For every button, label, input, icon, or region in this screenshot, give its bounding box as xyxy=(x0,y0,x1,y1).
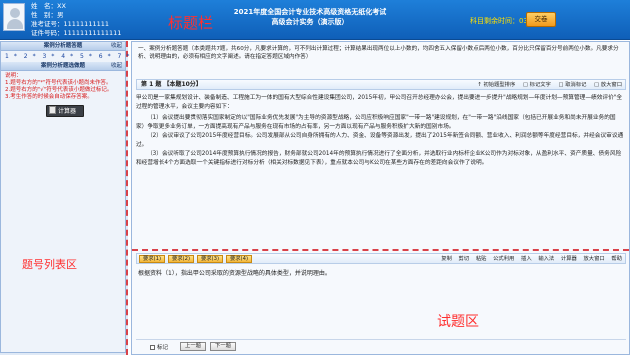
divider xyxy=(132,249,629,251)
note-line: 2.题号右方的"√"符号代表该小题做过标记。 xyxy=(5,87,113,93)
question-number-5[interactable]: 5 * xyxy=(80,53,92,60)
admission-number: 准考证号：11111111111 xyxy=(31,20,109,28)
bottom-bar: 标记 上一题 下一题 xyxy=(136,339,626,352)
notes-title: 说明： xyxy=(5,73,22,79)
question-paragraph: 甲公司是一家集规划设计、装备制造、工程施工为一体的国有大型综合性建设集团公司，2… xyxy=(136,95,623,110)
answer-toolbar: 要求(1) 要求(2) 要求(3) 要求(4) 复制 剪切 粘贴 公式利用 插入… xyxy=(136,253,626,264)
title-bar-label: 标题栏 xyxy=(168,14,214,32)
enlarge-window-button[interactable]: □ 放大窗口 xyxy=(594,82,622,88)
input-method-button[interactable]: 输入法 xyxy=(538,256,554,262)
calculator-icon xyxy=(49,106,56,114)
enlarge-button[interactable]: 放大窗口 xyxy=(584,256,605,262)
question-number-4[interactable]: 4 * xyxy=(61,53,73,60)
formula-button[interactable]: 公式利用 xyxy=(493,256,514,262)
unmark-button[interactable]: □ 取消标记 xyxy=(559,82,587,88)
copy-button[interactable]: 复制 xyxy=(441,256,452,262)
question-list-area-label: 题号列表区 xyxy=(22,258,77,271)
checkbox-icon xyxy=(150,345,155,350)
exam-title-line1: 2021年度全国会计专业技术高级资格无纸化考试 xyxy=(233,8,387,16)
question-number-7[interactable]: 7 * xyxy=(118,53,130,60)
question-paragraph: （3）会议听取了公司2014年度预算执行情况的报告，财务部就公司2014年的预算… xyxy=(136,151,622,166)
question-area-label: 试题区 xyxy=(437,314,479,330)
question-panel: 一、案例分析题答题（本类题共7题，共60分，凡要求计算的，可不列出计算过程；计算… xyxy=(131,41,630,355)
question-number-list: 1* 2* 3* 4* 5* 6* 7* 8* xyxy=(1,51,148,62)
note-line: 3.考生作答的时候会自动保存答案。 xyxy=(5,94,93,100)
candidate-photo xyxy=(3,3,25,31)
question-paragraph: （2）会议审议了公司2015年度经营目标。公司发展部从公司自身所拥有的人力、资金… xyxy=(136,133,624,148)
mark-text-button[interactable]: □ 标记文字 xyxy=(523,82,551,88)
question-list-inner: 案例分析题答题 收起 1* 2* 3* 4* 5* 6* 7* 8* 案例分析题… xyxy=(0,41,148,353)
candidate-name: 姓 名：XX xyxy=(31,2,66,10)
id-number: 证件号码：11111111111111 xyxy=(31,29,122,37)
tab-requirement-2[interactable]: 要求(2) xyxy=(168,255,194,263)
insert-button[interactable]: 插入 xyxy=(521,256,532,262)
question-number-6[interactable]: 6 * xyxy=(99,53,111,60)
question-number-2[interactable]: 2 * xyxy=(24,53,36,60)
instructions: 说明： 1.题号右方的"*"符号代表该小题尚未作答。 2.题号右方的"√"符号代… xyxy=(1,71,125,103)
candidate-gender: 性 别：男 xyxy=(31,11,64,19)
collapse-button[interactable]: 收起 xyxy=(111,62,122,71)
question-list-panel: 案例分析题答题 收起 1* 2* 3* 4* 5* 6* 7* 8* 案例分析题… xyxy=(0,41,148,355)
section-header-answer: 案例分析题答题 收起 xyxy=(1,42,125,51)
question-paragraph: （1）会议提出要贯彻落实国家制定的以"国际业务优先发展"为主导的资源型战略，公司… xyxy=(136,115,616,130)
help-button[interactable]: 帮助 xyxy=(611,256,622,262)
section-description: 一、案例分析题答题（本类题共7题，共60分，凡要求计算的，可不列出计算过程；计算… xyxy=(138,46,619,60)
submit-button[interactable]: 交卷 xyxy=(526,12,556,27)
mark-checkbox[interactable]: 标记 xyxy=(150,343,168,351)
note-line: 1.题号右方的"*"符号代表该小题尚未作答。 xyxy=(5,80,112,86)
header-bar: 姓 名：XX 性 别：男 准考证号：11111111111 证件号码：11111… xyxy=(0,0,630,40)
calculator-button[interactable]: 计算器 xyxy=(46,105,84,117)
previous-button[interactable]: 上一题 xyxy=(180,342,206,351)
section-header-optional: 案例分析题选做题 收起 xyxy=(1,62,125,71)
sort-button[interactable]: ↑ 初始题型排序 xyxy=(477,82,515,88)
calculator-tool-button[interactable]: 计算器 xyxy=(561,256,577,262)
question-title: 第 1 题 【本题10分】 xyxy=(141,81,202,88)
exam-title: 2021年度全国会计专业技术高级资格无纸化考试 高级会计实务（演示版） xyxy=(210,7,410,27)
question-content: 甲公司是一家集规划设计、装备制造、工程施工为一体的国有大型综合性建设集团公司，2… xyxy=(136,94,624,248)
tab-requirement-3[interactable]: 要求(3) xyxy=(197,255,223,263)
cut-button[interactable]: 剪切 xyxy=(459,256,470,262)
question-header: 第 1 题 【本题10分】 ↑ 初始题型排序 □ 标记文字 □ 取消标记 □ 放… xyxy=(136,79,626,90)
collapse-button[interactable]: 收起 xyxy=(111,42,122,51)
editor-tools: 复制 剪切 粘贴 公式利用 插入 输入法 计算器 放大窗口 帮助 xyxy=(436,254,622,264)
question-toolbar: ↑ 初始题型排序 □ 标记文字 □ 取消标记 □ 放大窗口 xyxy=(471,80,622,90)
tab-requirement-4[interactable]: 要求(4) xyxy=(226,255,252,263)
question-number-3[interactable]: 3 * xyxy=(43,53,55,60)
paste-button[interactable]: 粘贴 xyxy=(476,256,487,262)
tab-requirement-1[interactable]: 要求(1) xyxy=(139,255,165,263)
question-prompt: 根据资料（1），指出甲公司采取的资源型战略的具体类型，并说明理由。 xyxy=(138,270,331,277)
next-button[interactable]: 下一题 xyxy=(210,342,236,351)
exam-title-line2: 高级会计实务（演示版） xyxy=(271,18,349,26)
question-number-1[interactable]: 1 * xyxy=(5,53,17,60)
